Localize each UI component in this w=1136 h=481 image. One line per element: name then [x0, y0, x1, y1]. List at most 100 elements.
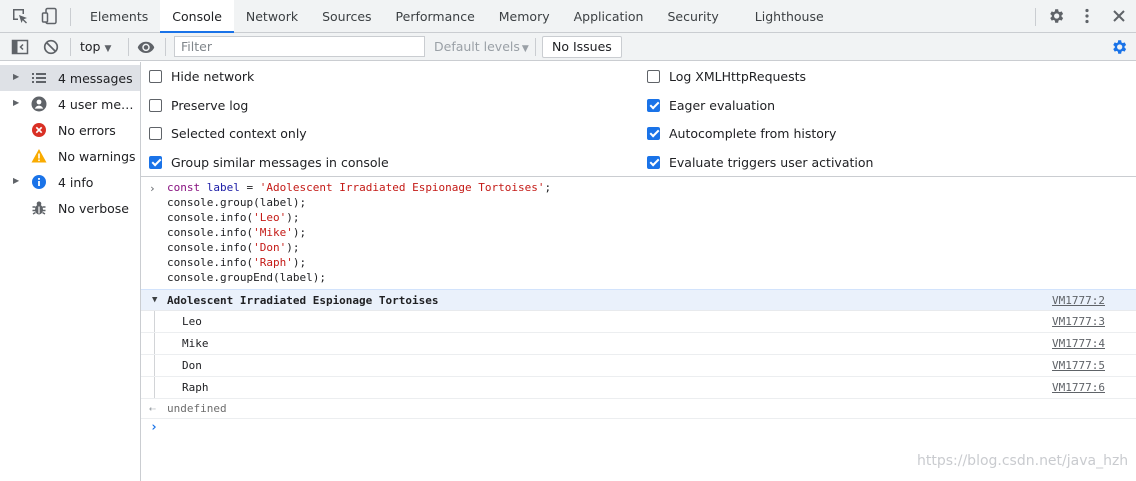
close-icon[interactable] — [1110, 7, 1128, 25]
expand-arrow-icon[interactable]: ▶ — [13, 72, 19, 81]
message-text: Leo — [182, 315, 202, 328]
settings-gear-icon[interactable] — [1047, 7, 1065, 25]
group-title: Adolescent Irradiated Espionage Tortoise… — [167, 294, 439, 307]
warning-icon — [31, 148, 47, 164]
sidebar-item-label: 4 messages — [58, 71, 133, 86]
sidebar-toggle-icon[interactable] — [11, 38, 29, 56]
tab-network[interactable]: Network — [234, 0, 310, 33]
tab-performance[interactable]: Performance — [384, 0, 487, 33]
eager-evaluation-checkbox[interactable] — [647, 98, 660, 112]
device-toolbar-icon[interactable] — [41, 7, 59, 25]
sidebar-item-user-messages[interactable]: ▶ 4 user messages — [0, 91, 140, 117]
list-icon — [31, 70, 47, 86]
log-levels-dropdown[interactable]: Default levels ▼ — [434, 39, 529, 54]
tab-sources[interactable]: Sources — [310, 0, 383, 33]
setting-hide-network[interactable]: Hide network — [149, 66, 254, 86]
setting-log-xhr[interactable]: Log XMLHttpRequests — [647, 66, 806, 86]
console-group-header[interactable]: ▼ Adolescent Irradiated Espionage Tortoi… — [141, 289, 1136, 311]
expand-arrow-icon[interactable]: ▶ — [13, 98, 19, 107]
more-options-icon[interactable] — [1078, 7, 1096, 25]
code-line: console.info('Mike'); — [167, 226, 307, 239]
info-icon — [31, 174, 47, 190]
code-line: console.info('Raph'); — [167, 256, 307, 269]
panel-tabs: Elements Console Network Sources Perform… — [78, 0, 836, 33]
tab-security[interactable]: Security — [655, 0, 730, 33]
sidebar-item-label: No verbose — [58, 201, 129, 216]
setting-eager-evaluation[interactable]: Eager evaluation — [647, 95, 775, 115]
sidebar-item-verbose[interactable]: No verbose — [0, 195, 140, 221]
dropdown-arrow-icon: ▼ — [521, 44, 529, 54]
source-link[interactable]: VM1777:5 — [1052, 359, 1105, 372]
selected-context-checkbox[interactable] — [149, 126, 162, 140]
console-message-row: Raph VM1777:6 — [141, 377, 1136, 399]
code-line: console.info('Don'); — [167, 241, 300, 254]
setting-autocomplete-history[interactable]: Autocomplete from history — [647, 123, 836, 143]
console-toolbar: top▼ Default levels▼ No Issues — [0, 33, 1136, 61]
setting-label: Log XMLHttpRequests — [669, 68, 807, 84]
setting-group-similar[interactable]: Group similar messages in console — [149, 152, 389, 172]
setting-label: Preserve log — [171, 97, 249, 113]
console-settings-pane: Hide network Preserve log Selected conte… — [141, 62, 1136, 177]
console-settings-gear-icon[interactable] — [1110, 38, 1128, 56]
message-text: Don — [182, 359, 202, 372]
sidebar-item-label: 4 info — [58, 175, 94, 190]
console-message-row: Leo VM1777:3 — [141, 311, 1136, 333]
sidebar-item-label: No errors — [58, 123, 116, 138]
source-link[interactable]: VM1777:6 — [1052, 381, 1105, 394]
collapse-arrow-icon[interactable]: ▼ — [152, 295, 157, 305]
hide-network-checkbox[interactable] — [149, 69, 162, 83]
log-xhr-checkbox[interactable] — [647, 69, 660, 83]
result-value: undefined — [167, 402, 227, 415]
tab-elements[interactable]: Elements — [78, 0, 160, 33]
live-expression-eye-icon[interactable] — [137, 38, 155, 56]
setting-label: Group similar messages in console — [171, 154, 389, 170]
context-selector[interactable]: top ▼ — [80, 39, 111, 54]
setting-evaluate-triggers[interactable]: Evaluate triggers user activation — [647, 152, 873, 172]
tab-memory[interactable]: Memory — [487, 0, 562, 33]
autocomplete-history-checkbox[interactable] — [647, 126, 660, 140]
console-messages: › const label = 'Adolescent Irradiated E… — [141, 178, 1136, 481]
code-line: const label = 'Adolescent Irradiated Esp… — [167, 181, 552, 194]
sidebar-item-messages[interactable]: ▶ 4 messages — [0, 65, 140, 91]
setting-selected-context-only[interactable]: Selected context only — [149, 123, 307, 143]
inspect-element-icon[interactable] — [11, 7, 29, 25]
expand-arrow-icon[interactable]: ▶ — [13, 176, 19, 185]
user-icon — [31, 96, 47, 112]
console-message-row: Mike VM1777:4 — [141, 333, 1136, 355]
tab-lighthouse[interactable]: Lighthouse — [731, 0, 836, 33]
group-similar-checkbox[interactable] — [149, 155, 162, 169]
setting-label: Autocomplete from history — [669, 125, 837, 141]
clear-console-icon[interactable] — [42, 38, 60, 56]
source-link[interactable]: VM1777:4 — [1052, 337, 1105, 350]
error-icon — [31, 122, 47, 138]
sidebar-item-info[interactable]: ▶ 4 info — [0, 169, 140, 195]
setting-label: Selected context only — [171, 125, 307, 141]
devtools-tabbar: Elements Console Network Sources Perform… — [0, 0, 1136, 33]
code-line: console.group(label); — [167, 196, 307, 209]
console-sidebar: ▶ 4 messages ▶ 4 user messages No errors… — [0, 62, 141, 481]
message-text: Raph — [182, 381, 209, 394]
code-line: console.info('Leo'); — [167, 211, 300, 224]
tab-application[interactable]: Application — [562, 0, 656, 33]
console-message-row: Don VM1777:5 — [141, 355, 1136, 377]
sidebar-item-warnings[interactable]: No warnings — [0, 143, 140, 169]
log-levels-label: Default levels — [434, 39, 520, 54]
return-arrow-icon: ⇠ — [149, 402, 156, 415]
setting-label: Eager evaluation — [669, 97, 776, 113]
setting-preserve-log[interactable]: Preserve log — [149, 95, 248, 115]
issues-button[interactable]: No Issues — [542, 36, 622, 58]
filter-input[interactable] — [174, 36, 425, 57]
preserve-log-checkbox[interactable] — [149, 98, 162, 112]
console-prompt-icon[interactable]: › — [150, 420, 158, 435]
message-text: Mike — [182, 337, 209, 350]
setting-label: Evaluate triggers user activation — [669, 154, 874, 170]
source-link[interactable]: VM1777:3 — [1052, 315, 1105, 328]
dropdown-arrow-icon: ▼ — [104, 44, 112, 54]
input-prompt-icon: › — [149, 182, 156, 195]
source-link[interactable]: VM1777:2 — [1052, 294, 1105, 307]
evaluate-triggers-checkbox[interactable] — [647, 155, 660, 169]
tab-console[interactable]: Console — [160, 0, 234, 33]
context-label: top — [80, 39, 101, 54]
sidebar-item-label: No warnings — [58, 149, 136, 164]
sidebar-item-errors[interactable]: No errors — [0, 117, 140, 143]
